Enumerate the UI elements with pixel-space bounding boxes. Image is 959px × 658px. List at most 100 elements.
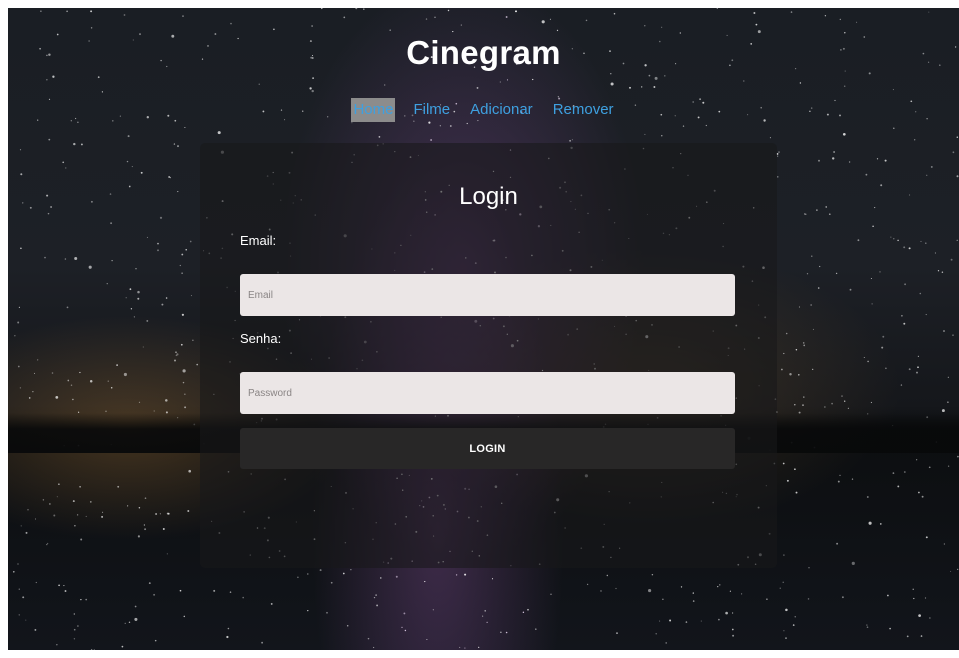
star-dot — [159, 216, 163, 219]
star-dot — [74, 257, 78, 260]
star-dot — [798, 306, 800, 308]
star-dot — [321, 8, 323, 10]
star-dot — [901, 314, 903, 317]
star-dot — [46, 194, 49, 197]
star-dot — [126, 160, 129, 163]
star-dot — [32, 391, 34, 393]
star-dot — [753, 12, 756, 14]
login-button[interactable]: LOGIN — [240, 428, 735, 469]
star-dot — [952, 151, 955, 154]
star-dot — [73, 628, 76, 631]
email-label: Email: — [240, 233, 277, 248]
star-dot — [105, 410, 107, 413]
star-dot — [843, 85, 846, 87]
star-dot — [755, 23, 758, 26]
star-dot — [346, 625, 349, 627]
star-dot — [556, 29, 559, 32]
star-dot — [14, 335, 16, 337]
star-dot — [857, 239, 860, 242]
nav-link-filme[interactable]: Filme — [411, 98, 452, 122]
star-dot — [937, 270, 940, 272]
star-dot — [460, 24, 462, 26]
star-dot — [144, 528, 147, 531]
star-dot — [166, 512, 169, 515]
star-dot — [52, 75, 55, 78]
star-dot — [810, 304, 812, 306]
star-dot — [20, 247, 22, 250]
star-dot — [705, 124, 707, 127]
star-dot — [56, 644, 58, 646]
star-dot — [890, 236, 892, 238]
star-dot — [549, 18, 551, 20]
main-nav: Home Filme Adicionar Remover — [8, 98, 959, 122]
star-dot — [439, 125, 441, 127]
star-dot — [40, 10, 42, 12]
nav-link-adicionar[interactable]: Adicionar — [468, 98, 535, 122]
star-dot — [835, 272, 838, 275]
star-dot — [918, 491, 920, 494]
star-dot — [719, 584, 721, 586]
star-dot — [892, 89, 894, 91]
star-dot — [165, 399, 168, 402]
star-dot — [616, 632, 618, 634]
star-dot — [363, 8, 365, 10]
star-dot — [33, 372, 36, 374]
star-dot — [134, 605, 137, 608]
star-dot — [802, 404, 804, 406]
star-dot — [795, 349, 798, 351]
star-dot — [258, 83, 260, 85]
star-dot — [916, 371, 918, 374]
star-dot — [109, 193, 112, 195]
star-dot — [865, 173, 868, 176]
email-input[interactable] — [240, 274, 735, 316]
star-dot — [401, 626, 403, 629]
star-dot — [669, 619, 672, 622]
star-dot — [17, 563, 19, 565]
star-dot — [893, 127, 895, 129]
star-dot — [606, 574, 608, 577]
star-dot — [956, 136, 959, 139]
star-dot — [106, 283, 108, 285]
star-dot — [893, 238, 895, 240]
star-dot — [841, 395, 843, 397]
star-dot — [90, 200, 93, 203]
star-dot — [434, 16, 436, 18]
star-dot — [343, 16, 346, 19]
star-dot — [812, 368, 814, 370]
star-dot — [925, 536, 928, 539]
star-dot — [777, 176, 779, 178]
star-dot — [874, 207, 876, 209]
star-dot — [49, 503, 51, 505]
star-dot — [729, 590, 731, 592]
star-dot — [146, 236, 148, 238]
star-dot — [692, 600, 695, 602]
star-dot — [871, 303, 873, 305]
star-dot — [952, 334, 954, 336]
star-dot — [175, 351, 177, 353]
nav-link-remover[interactable]: Remover — [551, 98, 616, 122]
star-dot — [376, 604, 379, 607]
star-dot — [505, 631, 508, 634]
star-dot — [226, 635, 229, 639]
star-dot — [613, 12, 616, 15]
star-dot — [18, 588, 20, 590]
star-dot — [920, 240, 922, 242]
star-dot — [190, 295, 192, 297]
star-dot — [22, 202, 24, 204]
star-dot — [916, 459, 918, 461]
star-dot — [432, 609, 434, 611]
star-dot — [887, 594, 889, 597]
star-dot — [725, 611, 728, 615]
password-input[interactable] — [240, 372, 735, 414]
star-dot — [856, 21, 858, 23]
star-dot — [157, 242, 159, 245]
site-title: Cinegram — [406, 34, 561, 71]
star-dot — [847, 407, 850, 409]
star-dot — [798, 374, 800, 376]
star-dot — [805, 213, 807, 215]
nav-link-home[interactable]: Home — [351, 98, 396, 122]
star-dot — [692, 592, 694, 594]
star-dot — [18, 306, 20, 308]
star-dot — [13, 571, 15, 573]
star-dot — [947, 376, 949, 378]
